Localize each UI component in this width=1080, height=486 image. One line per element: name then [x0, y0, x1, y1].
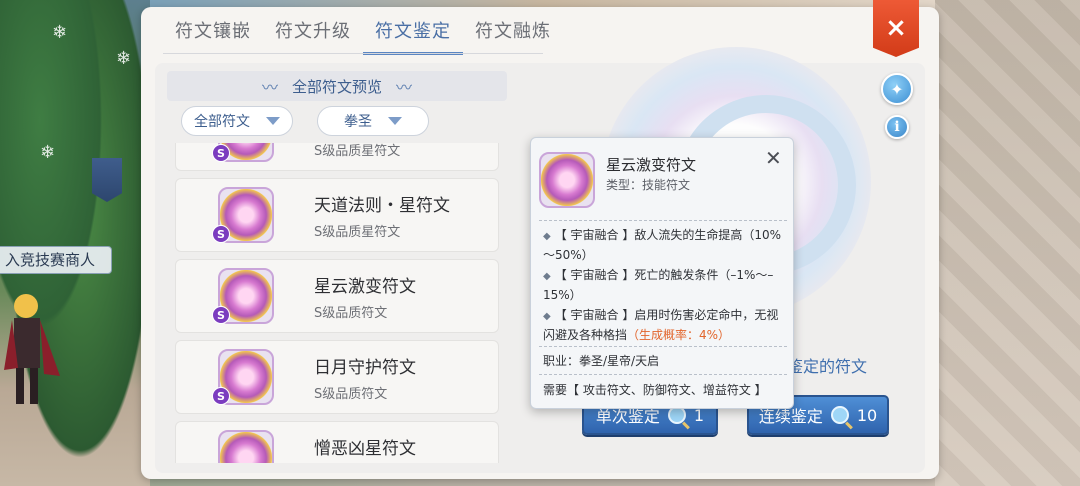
snowflake-icon: ❄: [52, 22, 68, 43]
rune-tooltip: 星云激变符文 类型：技能符文 ✕ ◆ 【 宇宙融合 】敌人流失的生命提高（10%～…: [530, 137, 794, 409]
s-grade-badge: S: [212, 225, 230, 243]
rune-name: 憎恶凶星符文: [314, 439, 416, 459]
diamond-bullet-icon: ◆: [543, 231, 551, 242]
tooltip-divider: [539, 220, 787, 221]
tab-rune-upgrade[interactable]: 符文升级: [263, 19, 363, 55]
tab-divider: [163, 53, 543, 54]
rune-quality: S级品质符文: [314, 306, 388, 321]
tooltip-effect: ◆ 【 宇宙融合 】敌人流失的生命提高（10%～50%）: [543, 226, 783, 264]
list-item[interactable]: S 日月守护符文 S级品质符文: [175, 340, 499, 414]
s-grade-badge: S: [212, 144, 230, 162]
identify-prompt: 鉴定的符文: [787, 357, 868, 376]
rune-icon: [218, 430, 274, 463]
list-item[interactable]: S S级品质星符文: [175, 143, 499, 171]
tab-rune-identify[interactable]: 符文鉴定: [363, 19, 463, 55]
dropdown-arrow-icon: [388, 117, 402, 125]
ornament-icon: 〰: [261, 78, 278, 97]
tooltip-divider: [539, 374, 787, 375]
tooltip-type: 类型：技能符文: [606, 178, 691, 192]
magnifier-icon: [830, 406, 849, 424]
rune-quality: S级品质星符文: [314, 144, 401, 159]
tooltip-effect: ◆ 【 宇宙融合 】死亡的触发条件（–1%～–15%）: [543, 266, 783, 304]
rune-type-filter-value: 全部符文: [194, 114, 250, 130]
effect-probability: （生成概率：4%）: [627, 328, 731, 342]
magic-wand-button[interactable]: ✦: [881, 73, 913, 105]
rune-name: 天道法则・星符文: [314, 196, 450, 216]
close-icon: ×: [885, 13, 907, 43]
preview-header: 〰 全部符文预览 〰: [167, 71, 507, 101]
ornament-icon: 〰: [396, 78, 413, 97]
magic-wand-icon: ✦: [890, 79, 904, 99]
tab-bar: 符文镶嵌 符文升级 符文鉴定 符文融炼: [163, 19, 563, 55]
rune-preview-list: 〰 全部符文预览 〰 全部符文 拳圣 S S级品质星符文 S 天道法则・星符文 …: [167, 71, 507, 463]
info-button[interactable]: i: [885, 115, 909, 139]
job-filter-value: 拳圣: [344, 114, 372, 130]
npc-name-tag[interactable]: 入竞技赛商人: [0, 246, 112, 274]
continuous-identify-count: 10: [856, 405, 878, 425]
rune-quality: S级品质符文: [314, 387, 388, 402]
tooltip-title: 星云激变符文: [606, 156, 697, 174]
effect-text: 【 宇宙融合 】死亡的触发条件（–1%～–15%）: [543, 268, 774, 302]
rune-name: 星云激变符文: [314, 277, 416, 297]
diamond-bullet-icon: ◆: [543, 311, 551, 322]
tab-rune-fusion[interactable]: 符文融炼: [463, 19, 563, 55]
rune-icon: [539, 152, 595, 208]
guild-banner: [92, 158, 122, 202]
close-button[interactable]: ×: [873, 0, 919, 57]
rune-rows: S S级品质星符文 S 天道法则・星符文 S级品质星符文 S 星云激变符文 S级…: [175, 143, 507, 463]
rune-quality: S级品质星符文: [314, 225, 401, 240]
info-icon: i: [894, 119, 900, 135]
list-item[interactable]: S 星云激变符文 S级品质符文: [175, 259, 499, 333]
dropdown-arrow-icon: [266, 117, 280, 125]
effect-text: 【 宇宙融合 】敌人流失的生命提高（10%～50%）: [543, 228, 782, 262]
tooltip-job: 职业：拳圣/星帝/天启: [543, 354, 660, 368]
rune-name: 日月守护符文: [314, 358, 416, 378]
background-paving: [935, 0, 1080, 486]
npc-character[interactable]: [4, 290, 64, 410]
tooltip-effect: ◆ 【 宇宙融合 】启用时伤害必定命中，无视闪避及各种格挡（生成概率：4%）: [543, 306, 783, 344]
rune-type-filter[interactable]: 全部符文: [181, 106, 293, 136]
list-item[interactable]: S 天道法则・星符文 S级品质星符文: [175, 178, 499, 252]
background-trees: [0, 0, 150, 486]
preview-title: 全部符文预览: [291, 77, 382, 96]
job-filter[interactable]: 拳圣: [317, 106, 429, 136]
snowflake-icon: ❄: [40, 142, 56, 163]
diamond-bullet-icon: ◆: [543, 271, 551, 282]
tooltip-divider: [539, 346, 787, 347]
tooltip-requirement: 需要【 攻击符文、防御符文、增益符文 】: [543, 383, 767, 397]
s-grade-badge: S: [212, 306, 230, 324]
list-item[interactable]: 憎恶凶星符文: [175, 421, 499, 463]
snowflake-icon: ❄: [116, 48, 132, 69]
tab-rune-inlay[interactable]: 符文镶嵌: [163, 19, 263, 55]
s-grade-badge: S: [212, 387, 230, 405]
tooltip-close-icon[interactable]: ✕: [765, 146, 782, 170]
